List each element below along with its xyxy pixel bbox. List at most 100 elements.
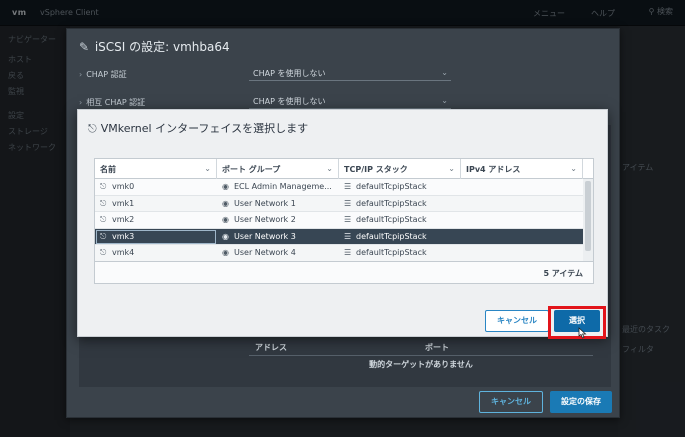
chevron-down-icon: ⌄ [441, 68, 448, 77]
cell-ipv4 [461, 179, 583, 195]
cell-name: ⎋ vmk2 [95, 212, 217, 228]
cell-port-group: ◉ User Network 4 [217, 245, 339, 261]
column-address[interactable]: アドレス [255, 342, 287, 353]
column-tcpip-stack[interactable]: TCP/IP スタック ⌄ [339, 159, 461, 179]
port-group-name: User Network 2 [234, 215, 296, 224]
vmkernel-nic-icon: ⎋ [100, 198, 107, 208]
vmkernel-dialog-title: ⎋ VMkernel インターフェイスを選択します [88, 120, 308, 136]
chevron-right-icon: › [79, 98, 83, 107]
cell-port-group: ◉ User Network 3 [217, 229, 339, 245]
mutual-chap-label: 相互 CHAP 認証 [86, 98, 146, 107]
chevron-down-icon[interactable]: ⌄ [204, 164, 211, 173]
column-port-group[interactable]: ポート グループ ⌄ [217, 159, 339, 179]
chap-auth-value: CHAP を使用しない [253, 69, 326, 78]
chap-auth-row[interactable]: › CHAP 認証 [79, 69, 127, 80]
port-group-name: User Network 1 [234, 198, 296, 208]
save-settings-button[interactable]: 設定の保存 [550, 391, 612, 413]
port-group-icon: ◉ [222, 248, 229, 257]
stack-icon: ☰ [344, 231, 352, 241]
table-row-selected[interactable]: ⎋ vmk3 ◉ User Network 3 ☰ defaultTcpipStack [95, 228, 593, 245]
iscsi-cancel-button[interactable]: キャンセル [479, 391, 543, 413]
stack-name: defaultTcpipStack [356, 215, 427, 224]
grid-scrollbar[interactable] [583, 179, 593, 261]
stack-icon: ☰ [344, 182, 352, 191]
chap-auth-select[interactable]: CHAP を使用しない ⌄ [249, 65, 451, 81]
cell-ipv4 [461, 196, 583, 212]
vmkernel-nic-icon: ⎋ [100, 215, 107, 224]
vmk-name: vmk4 [112, 248, 135, 257]
mutual-chap-value: CHAP を使用しない [253, 97, 326, 106]
vmk-name: vmk2 [112, 215, 135, 224]
item-count: 5 アイテム [543, 269, 583, 278]
edit-icon: ✎ [79, 40, 90, 54]
vmkernel-select-dialog: ⎋ VMkernel インターフェイスを選択します 名前 ⌄ ポート グループ ⌄ T… [77, 109, 608, 337]
cell-name: ⎋ vmk4 [95, 245, 217, 261]
column-name[interactable]: 名前 ⌄ [95, 159, 217, 179]
stack-name: defaultTcpipStack [356, 248, 427, 257]
cell-name: ⎋ vmk0 [95, 179, 217, 195]
stack-icon: ☰ [344, 198, 352, 208]
grid-footer: 5 アイテム [95, 261, 593, 283]
table-row[interactable]: ⎋ vmk1 ◉ User Network 1 ☰ defaultTcpipStack [95, 195, 593, 212]
column-port[interactable]: ポート [425, 342, 449, 353]
cell-tcpip-stack: ☰ defaultTcpipStack [339, 196, 461, 212]
vmkernel-nic-icon: ⎋ [100, 231, 107, 241]
scrollbar-thumb[interactable] [585, 181, 591, 251]
vmk-name: vmk3 [112, 231, 135, 241]
stack-icon: ☰ [344, 215, 352, 224]
iscsi-dialog-title-text: iSCSI の設定: vmhba64 [94, 40, 230, 54]
cancel-button[interactable]: キャンセル [485, 310, 549, 332]
grid-header: 名前 ⌄ ポート グループ ⌄ TCP/IP スタック ⌄ IPv4 アドレス ⌄ [95, 159, 593, 179]
cell-port-group: ◉ User Network 2 [217, 212, 339, 228]
port-group-icon: ◉ [222, 215, 229, 224]
iscsi-dialog-title: ✎ iSCSI の設定: vmhba64 [79, 38, 230, 55]
chevron-right-icon: › [79, 70, 83, 79]
cell-port-group: ◉ ECL Admin Manageme... [217, 179, 339, 195]
stack-name: defaultTcpipStack [356, 231, 427, 241]
port-group-name: User Network 4 [234, 248, 296, 257]
port-group-name: ECL Admin Manageme... [234, 182, 332, 191]
cell-tcpip-stack: ☰ defaultTcpipStack [339, 212, 461, 228]
vmkernel-nic-icon: ⎋ [100, 182, 107, 191]
column-port-group-label: ポート グループ [222, 165, 281, 174]
vmkernel-grid: 名前 ⌄ ポート グループ ⌄ TCP/IP スタック ⌄ IPv4 アドレス ⌄ ⎋ v… [94, 158, 594, 284]
port-group-name: User Network 3 [234, 231, 296, 241]
column-name-label: 名前 [100, 165, 116, 174]
table-row[interactable]: ⎋ vmk4 ◉ User Network 4 ☰ defaultTcpipStack [95, 245, 593, 262]
column-ipv4-label: IPv4 アドレス [466, 165, 521, 174]
vmk-name: vmk1 [112, 198, 135, 208]
port-group-icon: ◉ [222, 182, 229, 191]
targets-empty-message: 動的ターゲットがありません [369, 360, 473, 369]
vmk-name: vmk0 [112, 182, 135, 191]
cell-ipv4 [461, 245, 583, 261]
column-tcpip-stack-label: TCP/IP スタック [344, 165, 408, 174]
mutual-chap-select[interactable]: CHAP を使用しない ⌄ [249, 93, 451, 109]
network-adapter-icon: ⎋ [88, 122, 97, 135]
chevron-down-icon[interactable]: ⌄ [448, 164, 455, 173]
cell-port-group: ◉ User Network 1 [217, 196, 339, 212]
cell-tcpip-stack: ☰ defaultTcpipStack [339, 179, 461, 195]
port-group-icon: ◉ [222, 198, 229, 208]
cell-name: ⎋ vmk1 [95, 196, 217, 212]
targets-table-header: アドレス ポート [249, 338, 593, 356]
chevron-down-icon[interactable]: ⌄ [570, 164, 577, 173]
stack-name: defaultTcpipStack [356, 182, 427, 191]
mutual-chap-row[interactable]: › 相互 CHAP 認証 [79, 97, 145, 108]
stack-icon: ☰ [344, 248, 352, 257]
mouse-cursor-icon [578, 327, 587, 339]
cell-tcpip-stack: ☰ defaultTcpipStack [339, 229, 461, 245]
column-ipv4-address[interactable]: IPv4 アドレス ⌄ [461, 159, 583, 179]
cell-tcpip-stack: ☰ defaultTcpipStack [339, 245, 461, 261]
cell-name: ⎋ vmk3 [95, 229, 217, 245]
vmkernel-nic-icon: ⎋ [100, 248, 107, 257]
cell-ipv4 [461, 229, 583, 245]
table-row[interactable]: ⎋ vmk0 ◉ ECL Admin Manageme... ☰ defaultTcp… [95, 179, 593, 196]
table-row[interactable]: ⎋ vmk2 ◉ User Network 2 ☰ defaultTcpipStack [95, 212, 593, 229]
port-group-icon: ◉ [222, 231, 229, 241]
stack-name: defaultTcpipStack [356, 198, 427, 208]
chevron-down-icon: ⌄ [441, 96, 448, 105]
chevron-down-icon[interactable]: ⌄ [326, 164, 333, 173]
chap-auth-label: CHAP 認証 [86, 70, 127, 79]
vmkernel-dialog-title-text: VMkernel インターフェイスを選択します [100, 122, 309, 135]
cell-ipv4 [461, 212, 583, 228]
